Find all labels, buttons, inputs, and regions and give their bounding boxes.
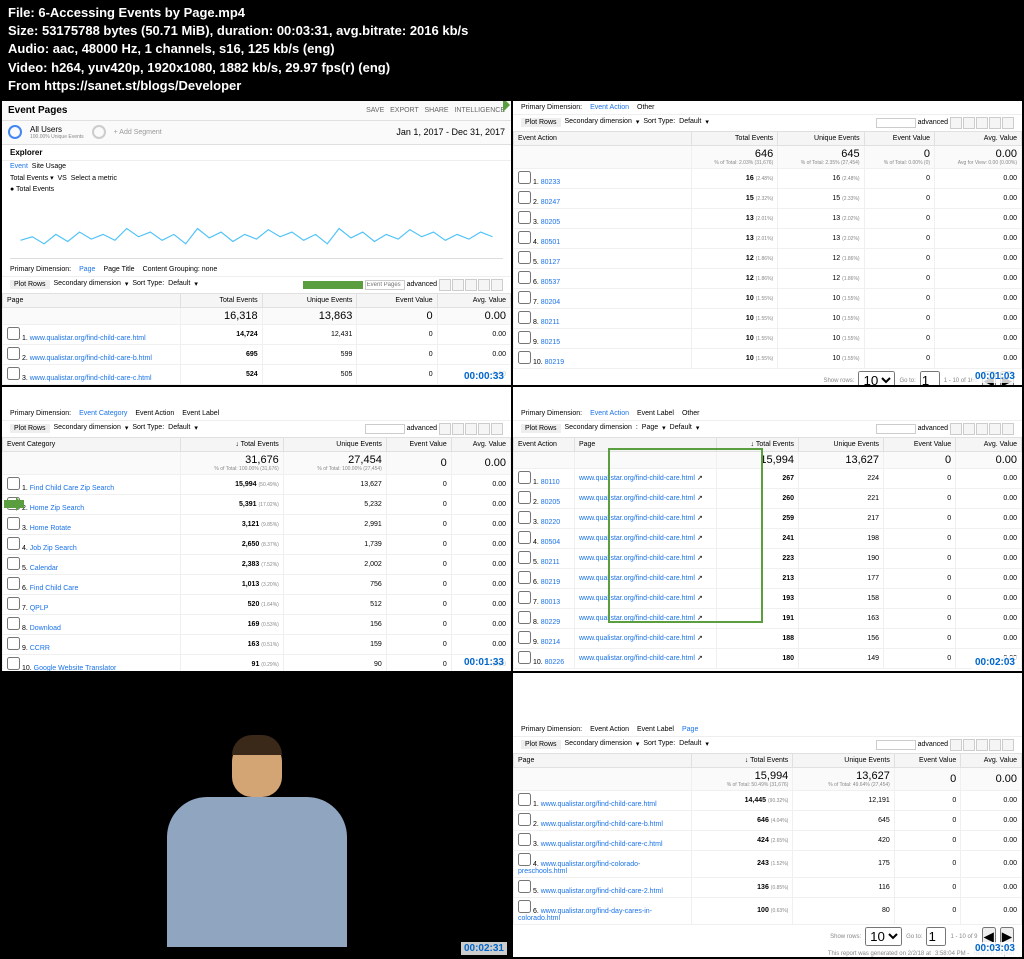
table-row[interactable]: 8. Download169 (0.53%)156 00.00 [3, 614, 511, 634]
table-row[interactable]: 7. QPLP520 (1.64%)512 00.00 [3, 594, 511, 614]
table-row[interactable]: 2. www.qualistar.org/find-child-care-b.h… [3, 344, 511, 364]
search-input[interactable] [876, 424, 916, 434]
table-row[interactable]: 2. Home Zip Search5,391 (17.02%)5,232 00… [3, 494, 511, 514]
table-row[interactable]: 10. 8021910 (1.55%)10 (1.55%)00.00 [514, 348, 1022, 368]
timestamp: 00:03:03 [972, 942, 1018, 955]
data-table: Page↓ Total EventsUnique EventsEvent Val… [513, 753, 1022, 925]
timestamp: 00:02:31 [461, 942, 507, 955]
table-row[interactable]: 1. www.qualistar.org/find-child-care.htm… [514, 790, 1022, 810]
table-row[interactable]: 6. www.qualistar.org/find-day-cares-in-c… [514, 897, 1022, 924]
table-row[interactable]: 5. 80211www.qualistar.org/find-child-car… [514, 548, 1022, 568]
arrow-highlight [4, 500, 24, 508]
timestamp: 00:01:03 [972, 370, 1018, 383]
frame-2: Primary Dimension: Event Action Other Pl… [513, 101, 1022, 385]
table-row[interactable]: 7. 8020410 (1.55%)10 (1.55%)00.00 [514, 288, 1022, 308]
line-chart [10, 199, 503, 259]
table-row[interactable]: 9. 8021510 (1.55%)10 (1.55%)00.00 [514, 328, 1022, 348]
search-input[interactable] [876, 118, 916, 128]
timestamp: 00:00:33 [461, 370, 507, 383]
file-info-header: File: 6-Accessing Events by Page.mp4 Siz… [0, 0, 1024, 99]
table-row[interactable]: 6. 8053712 (1.86%)12 (1.86%)00.00 [514, 268, 1022, 288]
table-row[interactable]: 1. www.qualistar.org/find-child-care.htm… [3, 324, 511, 344]
table-row[interactable]: 2. 80205www.qualistar.org/find-child-car… [514, 488, 1022, 508]
data-table: PageTotal EventsUnique EventsEvent Value… [2, 293, 511, 385]
table-row[interactable]: 2. 8024715 (2.32%)15 (2.33%)00.00 [514, 188, 1022, 208]
table-row[interactable]: 10. Google Website Translator91 (0.29%)9… [3, 654, 511, 671]
search-input[interactable] [876, 740, 916, 750]
table-row[interactable]: 3. www.qualistar.org/find-child-care-c.h… [514, 830, 1022, 850]
table-row[interactable]: 9. 80214www.qualistar.org/find-child-car… [514, 628, 1022, 648]
frame-5-presenter: 00:02:31 [2, 673, 511, 957]
table-row[interactable]: 9. CCRR163 (0.51%)159 00.00 [3, 634, 511, 654]
data-table: Event ActionTotal EventsUnique EventsEve… [513, 131, 1022, 369]
table-row[interactable]: 10. 80226www.qualistar.org/find-child-ca… [514, 648, 1022, 668]
timestamp: 00:01:33 [461, 656, 507, 669]
add-segment-icon[interactable] [92, 125, 106, 139]
frame-6: Primary Dimension: Event Action Event La… [513, 673, 1022, 957]
table-row[interactable]: 5. www.qualistar.org/find-child-care-2.h… [514, 877, 1022, 897]
table-row[interactable]: 7. 80013www.qualistar.org/find-child-car… [514, 588, 1022, 608]
highlight-box [608, 448, 763, 623]
segment-circle-icon[interactable] [8, 125, 22, 139]
search-input[interactable] [365, 424, 405, 434]
table-row[interactable]: 6. Find Child Care1,013 (3.20%)756 00.00 [3, 574, 511, 594]
table-row[interactable]: 5. 8012712 (1.86%)12 (1.86%)00.00 [514, 248, 1022, 268]
data-table: Event Category↓ Total EventsUnique Event… [2, 437, 511, 671]
table-row[interactable]: 8. 8021110 (1.55%)10 (1.55%)00.00 [514, 308, 1022, 328]
table-row[interactable]: 8. 80229www.qualistar.org/find-child-car… [514, 608, 1022, 628]
frame-1: Event Pages SAVE EXPORT SHARE INTELLIGEN… [2, 101, 511, 385]
timestamp: 00:02:03 [972, 656, 1018, 669]
table-row[interactable]: 6. 80219www.qualistar.org/find-child-car… [514, 568, 1022, 588]
table-row[interactable]: 3. www.qualistar.org/find-child-care-c.h… [3, 364, 511, 384]
frame-3: Primary Dimension: Event Category Event … [2, 387, 511, 671]
page-title: Event Pages [8, 105, 67, 116]
table-row[interactable]: 4. www.qualistar.org/find-colorado-presc… [514, 850, 1022, 877]
table-row[interactable]: 1. Find Child Care Zip Search15,994 (50.… [3, 474, 511, 494]
table-row[interactable]: 1. 8023316 (2.48%)16 (2.48%)00.00 [514, 168, 1022, 188]
table-row[interactable]: 1. 80110www.qualistar.org/find-child-car… [514, 468, 1022, 488]
table-row[interactable]: 5. Calendar2,383 (7.52%)2,002 00.00 [3, 554, 511, 574]
data-table: Event ActionPage↓ Total EventsUnique Eve… [513, 437, 1022, 669]
frame-4: Primary Dimension: Event Action Event La… [513, 387, 1022, 671]
table-row[interactable]: 4. 80504www.qualistar.org/find-child-car… [514, 528, 1022, 548]
table-row[interactable]: 3. 80220www.qualistar.org/find-child-car… [514, 508, 1022, 528]
table-row[interactable]: 3. 8020513 (2.01%)13 (2.02%)00.00 [514, 208, 1022, 228]
date-range[interactable]: Jan 1, 2017 - Dec 31, 2017 [396, 127, 505, 137]
table-row[interactable]: 4. Job Zip Search2,650 (8.37%)1,739 00.0… [3, 534, 511, 554]
table-row[interactable]: 4. 8050113 (2.01%)13 (2.02%)00.00 [514, 228, 1022, 248]
table-row[interactable]: 2. www.qualistar.org/find-child-care-b.h… [514, 810, 1022, 830]
search-input[interactable] [365, 280, 405, 290]
table-row[interactable]: 4. www.qualistar.org/find-child-...239 2… [3, 384, 511, 385]
table-row[interactable]: 3. Home Rotate3,121 (9.85%)2,991 00.00 [3, 514, 511, 534]
